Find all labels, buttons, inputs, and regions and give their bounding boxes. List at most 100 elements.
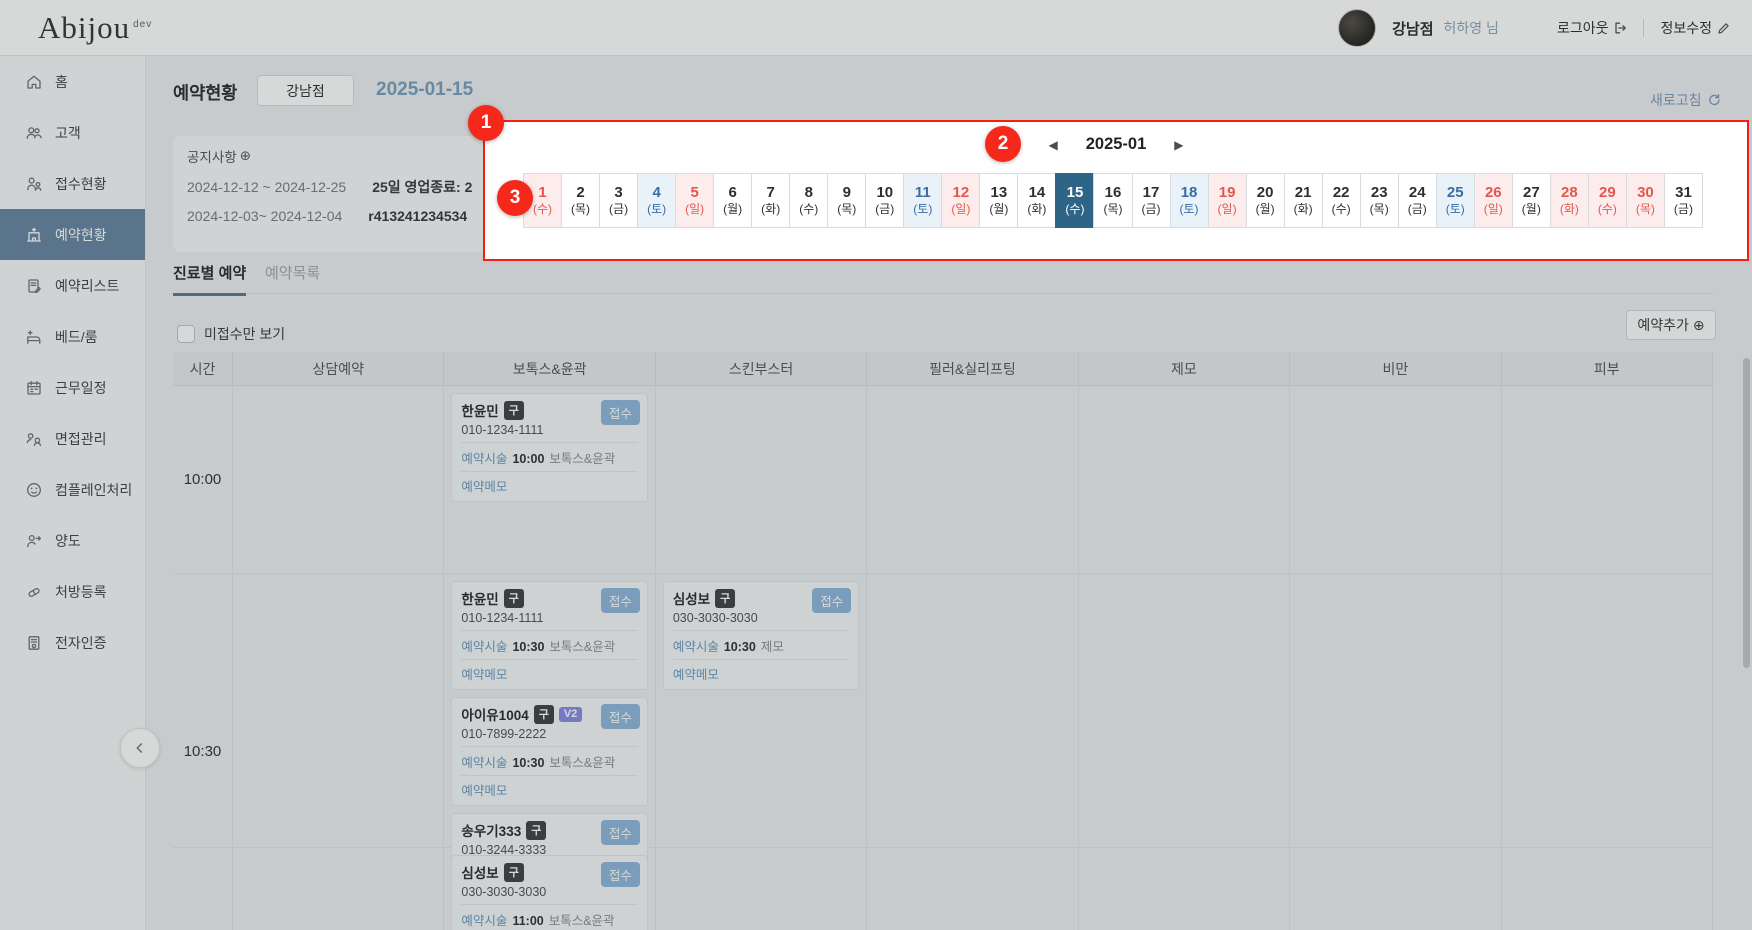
day-weekday: (목) — [571, 202, 591, 216]
calendar-day-10[interactable]: 10 (금) — [865, 173, 905, 228]
day-weekday: (화) — [1027, 202, 1047, 216]
day-weekday: (토) — [1179, 202, 1199, 216]
calendar-day-22[interactable]: 22 (수) — [1321, 173, 1361, 228]
day-weekday: (금) — [1673, 202, 1693, 216]
calendar-strip-panel: ◀ 2025-01 ▶ 1 (수) 2 (목) 3 (금) 4 (토) 5 (일) 6 (월) 7 (화)… — [483, 120, 1749, 261]
calendar-day-21[interactable]: 21 (화) — [1283, 173, 1323, 228]
day-number: 20 — [1256, 184, 1274, 201]
day-number: 18 — [1180, 184, 1198, 201]
day-number: 9 — [842, 184, 851, 201]
next-month-icon[interactable]: ▶ — [1174, 138, 1183, 152]
day-number: 4 — [652, 184, 661, 201]
day-number: 11 — [914, 184, 931, 201]
day-weekday: (금) — [1407, 202, 1427, 216]
day-number: 1 — [538, 184, 547, 201]
calendar-day-24[interactable]: 24 (금) — [1397, 173, 1437, 228]
annotation-badge-2: 2 — [985, 126, 1021, 162]
annotation-badge-3: 3 — [497, 180, 533, 216]
day-weekday: (토) — [647, 202, 667, 216]
calendar-day-4[interactable]: 4 (토) — [637, 173, 677, 228]
calendar-day-17[interactable]: 17 (금) — [1131, 173, 1171, 228]
day-weekday: (수) — [799, 202, 819, 216]
day-weekday: (일) — [685, 202, 705, 216]
calendar-day-28[interactable]: 28 (화) — [1549, 173, 1589, 228]
calendar-day-29[interactable]: 29 (수) — [1587, 173, 1627, 228]
day-number: 7 — [766, 184, 775, 201]
calendar-day-18[interactable]: 18 (토) — [1169, 173, 1209, 228]
day-number: 21 — [1294, 184, 1312, 201]
day-number: 26 — [1484, 184, 1502, 201]
calendar-day-23[interactable]: 23 (목) — [1359, 173, 1399, 228]
day-weekday: (화) — [761, 202, 781, 216]
day-weekday: (목) — [1369, 202, 1389, 216]
day-number: 2 — [576, 184, 585, 201]
day-number: 3 — [614, 184, 623, 201]
day-weekday: (수) — [1331, 202, 1351, 216]
day-weekday: (화) — [1293, 202, 1313, 216]
calendar-day-14[interactable]: 14 (화) — [1017, 173, 1057, 228]
calendar-day-8[interactable]: 8 (수) — [789, 173, 829, 228]
day-number: 16 — [1104, 184, 1122, 201]
day-number: 24 — [1408, 184, 1426, 201]
day-number: 5 — [690, 184, 699, 201]
day-number: 31 — [1675, 184, 1692, 201]
annotation-badge-1: 1 — [468, 105, 504, 141]
calendar-day-6[interactable]: 6 (월) — [713, 173, 753, 228]
day-weekday: (월) — [1521, 202, 1541, 216]
day-weekday: (월) — [989, 202, 1009, 216]
day-weekday: (토) — [913, 202, 933, 216]
calendar-day-7[interactable]: 7 (화) — [751, 173, 791, 228]
calendar-day-19[interactable]: 19 (일) — [1207, 173, 1247, 228]
day-weekday: (수) — [1065, 202, 1085, 216]
day-number: 23 — [1370, 184, 1388, 201]
day-number: 27 — [1522, 184, 1540, 201]
calendar-day-27[interactable]: 27 (월) — [1511, 173, 1551, 228]
day-weekday: (금) — [875, 202, 895, 216]
day-number: 19 — [1218, 184, 1236, 201]
calendar-day-strip: 1 (수) 2 (목) 3 (금) 4 (토) 5 (일) 6 (월) 7 (화) 8 (수) 9 (목) 10 (금… — [523, 173, 1703, 228]
day-number: 29 — [1599, 184, 1616, 201]
day-weekday: (수) — [1597, 202, 1617, 216]
day-number: 13 — [990, 184, 1008, 201]
calendar-day-26[interactable]: 26 (일) — [1473, 173, 1513, 228]
calendar-day-31[interactable]: 31 (금) — [1663, 173, 1703, 228]
calendar-day-9[interactable]: 9 (목) — [827, 173, 867, 228]
calendar-day-15[interactable]: 15 (수) — [1055, 173, 1095, 228]
day-weekday: (목) — [1635, 202, 1655, 216]
day-number: 8 — [804, 184, 813, 201]
day-number: 6 — [728, 184, 737, 201]
prev-month-icon[interactable]: ◀ — [1048, 138, 1057, 152]
day-weekday: (화) — [1559, 202, 1579, 216]
day-number: 14 — [1028, 184, 1046, 201]
calendar-day-5[interactable]: 5 (일) — [675, 173, 715, 228]
calendar-day-30[interactable]: 30 (목) — [1625, 173, 1665, 228]
day-number: 15 — [1066, 184, 1084, 201]
calendar-day-20[interactable]: 20 (월) — [1245, 173, 1285, 228]
calendar-day-25[interactable]: 25 (토) — [1435, 173, 1475, 228]
day-number: 17 — [1142, 184, 1160, 201]
day-weekday: (금) — [1141, 202, 1161, 216]
day-weekday: (월) — [1255, 202, 1275, 216]
calendar-day-13[interactable]: 13 (월) — [979, 173, 1019, 228]
day-number: 28 — [1561, 184, 1578, 201]
calendar-month-nav: ◀ 2025-01 ▶ — [485, 135, 1747, 154]
day-weekday: (일) — [951, 202, 971, 216]
day-weekday: (목) — [1103, 202, 1123, 216]
calendar-month-label: 2025-01 — [1085, 135, 1147, 153]
calendar-day-3[interactable]: 3 (금) — [599, 173, 639, 228]
calendar-day-11[interactable]: 11 (토) — [903, 173, 943, 228]
day-number: 12 — [952, 184, 970, 201]
day-weekday: (일) — [1217, 202, 1237, 216]
day-number: 30 — [1637, 184, 1654, 201]
day-weekday: (일) — [1483, 202, 1503, 216]
calendar-day-12[interactable]: 12 (일) — [941, 173, 981, 228]
calendar-day-16[interactable]: 16 (목) — [1093, 173, 1133, 228]
day-number: 22 — [1332, 184, 1350, 201]
day-number: 10 — [876, 184, 894, 201]
day-number: 25 — [1446, 184, 1464, 201]
day-weekday: (금) — [609, 202, 629, 216]
day-weekday: (월) — [723, 202, 743, 216]
day-weekday: (목) — [837, 202, 857, 216]
calendar-day-2[interactable]: 2 (목) — [561, 173, 601, 228]
day-weekday: (토) — [1445, 202, 1465, 216]
